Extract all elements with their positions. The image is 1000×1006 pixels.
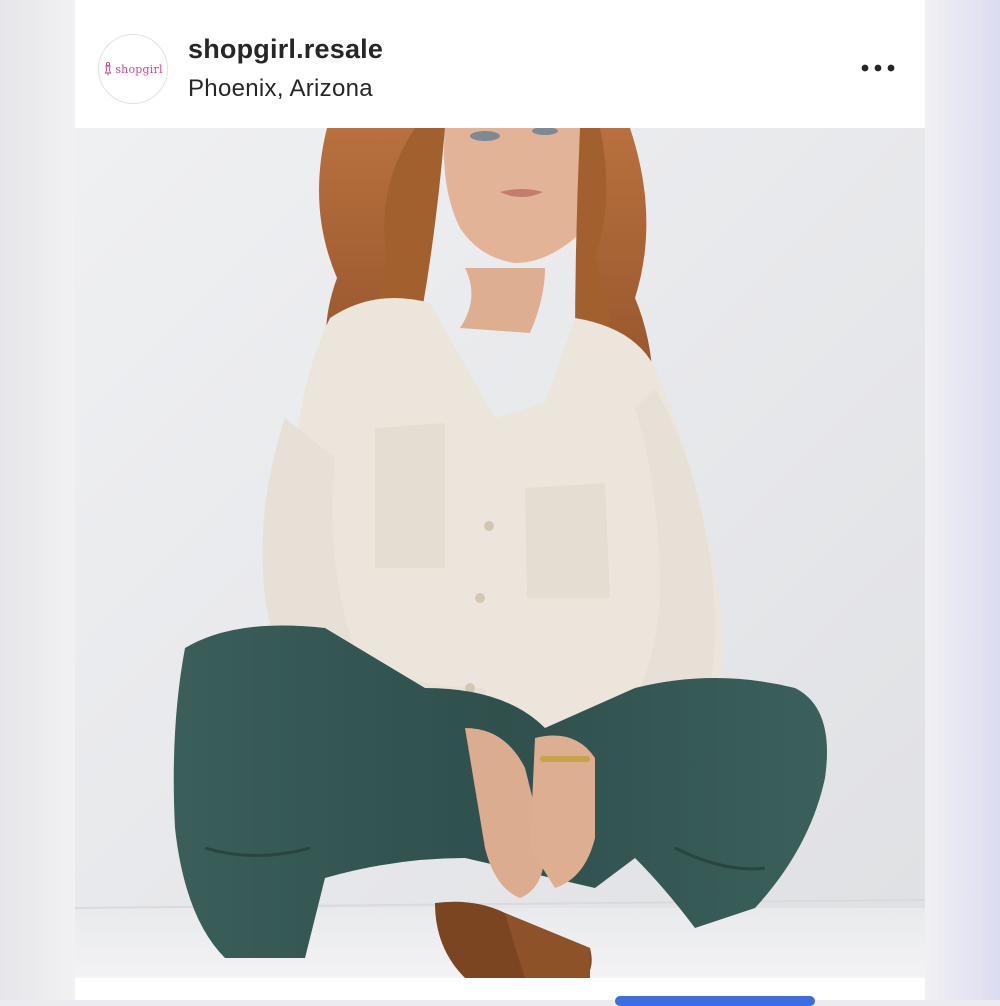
avatar[interactable]: shopgirl [98,34,168,104]
bottom-action-button[interactable] [615,996,815,1006]
more-horizontal-icon [861,64,895,72]
post-photo-illustration [75,128,925,978]
post-photo[interactable] [75,128,925,978]
avatar-brand-text: shopgirl [115,62,163,76]
post-location[interactable]: Phoenix, Arizona [188,75,373,103]
post-card: shopgirl shopgirl.resale Phoenix, Arizon… [75,0,925,1000]
dress-form-icon [105,62,112,76]
post-username[interactable]: shopgirl.resale [188,34,383,65]
more-options-button[interactable] [851,52,905,84]
post-header: shopgirl shopgirl.resale Phoenix, Arizon… [75,0,925,128]
